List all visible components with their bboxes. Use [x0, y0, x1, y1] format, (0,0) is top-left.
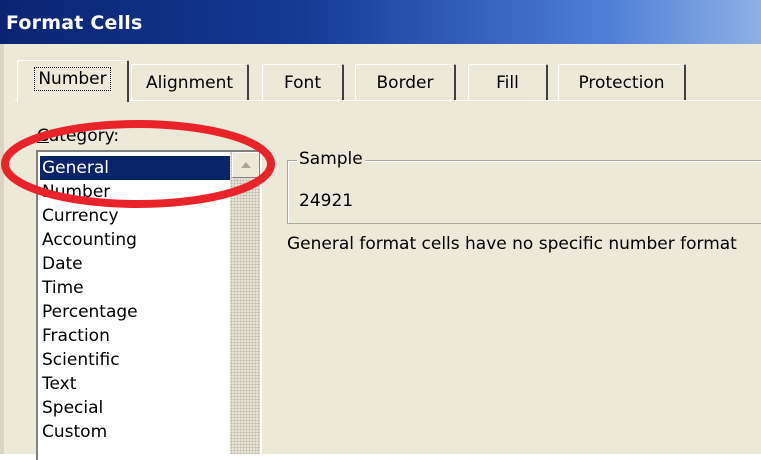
- list-item-text[interactable]: Text: [42, 372, 76, 396]
- tab-font[interactable]: Font: [262, 64, 344, 100]
- tab-alignment[interactable]: Alignment: [131, 64, 249, 100]
- title-bar: Format Cells: [0, 0, 761, 44]
- tab-font-label: Font: [283, 73, 321, 93]
- dialog-left-edge: [0, 44, 4, 454]
- tab-protection-label: Protection: [578, 73, 665, 93]
- tab-fill[interactable]: Fill: [468, 64, 548, 100]
- list-item-date[interactable]: Date: [42, 252, 83, 276]
- list-item-special[interactable]: Special: [42, 396, 103, 420]
- tab-border-label: Border: [376, 73, 434, 93]
- list-item-scientific[interactable]: Scientific: [42, 348, 120, 372]
- sample-value: 24921: [299, 191, 354, 211]
- list-item-percentage[interactable]: Percentage: [42, 300, 138, 324]
- list-item-custom[interactable]: Custom: [42, 420, 107, 444]
- tab-border[interactable]: Border: [355, 64, 456, 100]
- format-description: General format cells have no specific nu…: [287, 234, 737, 254]
- list-item-fraction[interactable]: Fraction: [42, 324, 110, 348]
- list-item-accounting[interactable]: Accounting: [42, 228, 137, 252]
- list-item-time[interactable]: Time: [42, 276, 84, 300]
- tab-protection[interactable]: Protection: [558, 64, 686, 100]
- tab-number-label: Number: [34, 67, 111, 91]
- tab-number[interactable]: Number: [17, 60, 129, 102]
- tab-alignment-label: Alignment: [145, 73, 234, 93]
- sample-group: [287, 160, 761, 224]
- sample-group-label: Sample: [297, 149, 365, 169]
- red-ellipse-annotation: [1, 120, 275, 208]
- tab-fill-label: Fill: [496, 73, 519, 93]
- window-title: Format Cells: [6, 12, 143, 34]
